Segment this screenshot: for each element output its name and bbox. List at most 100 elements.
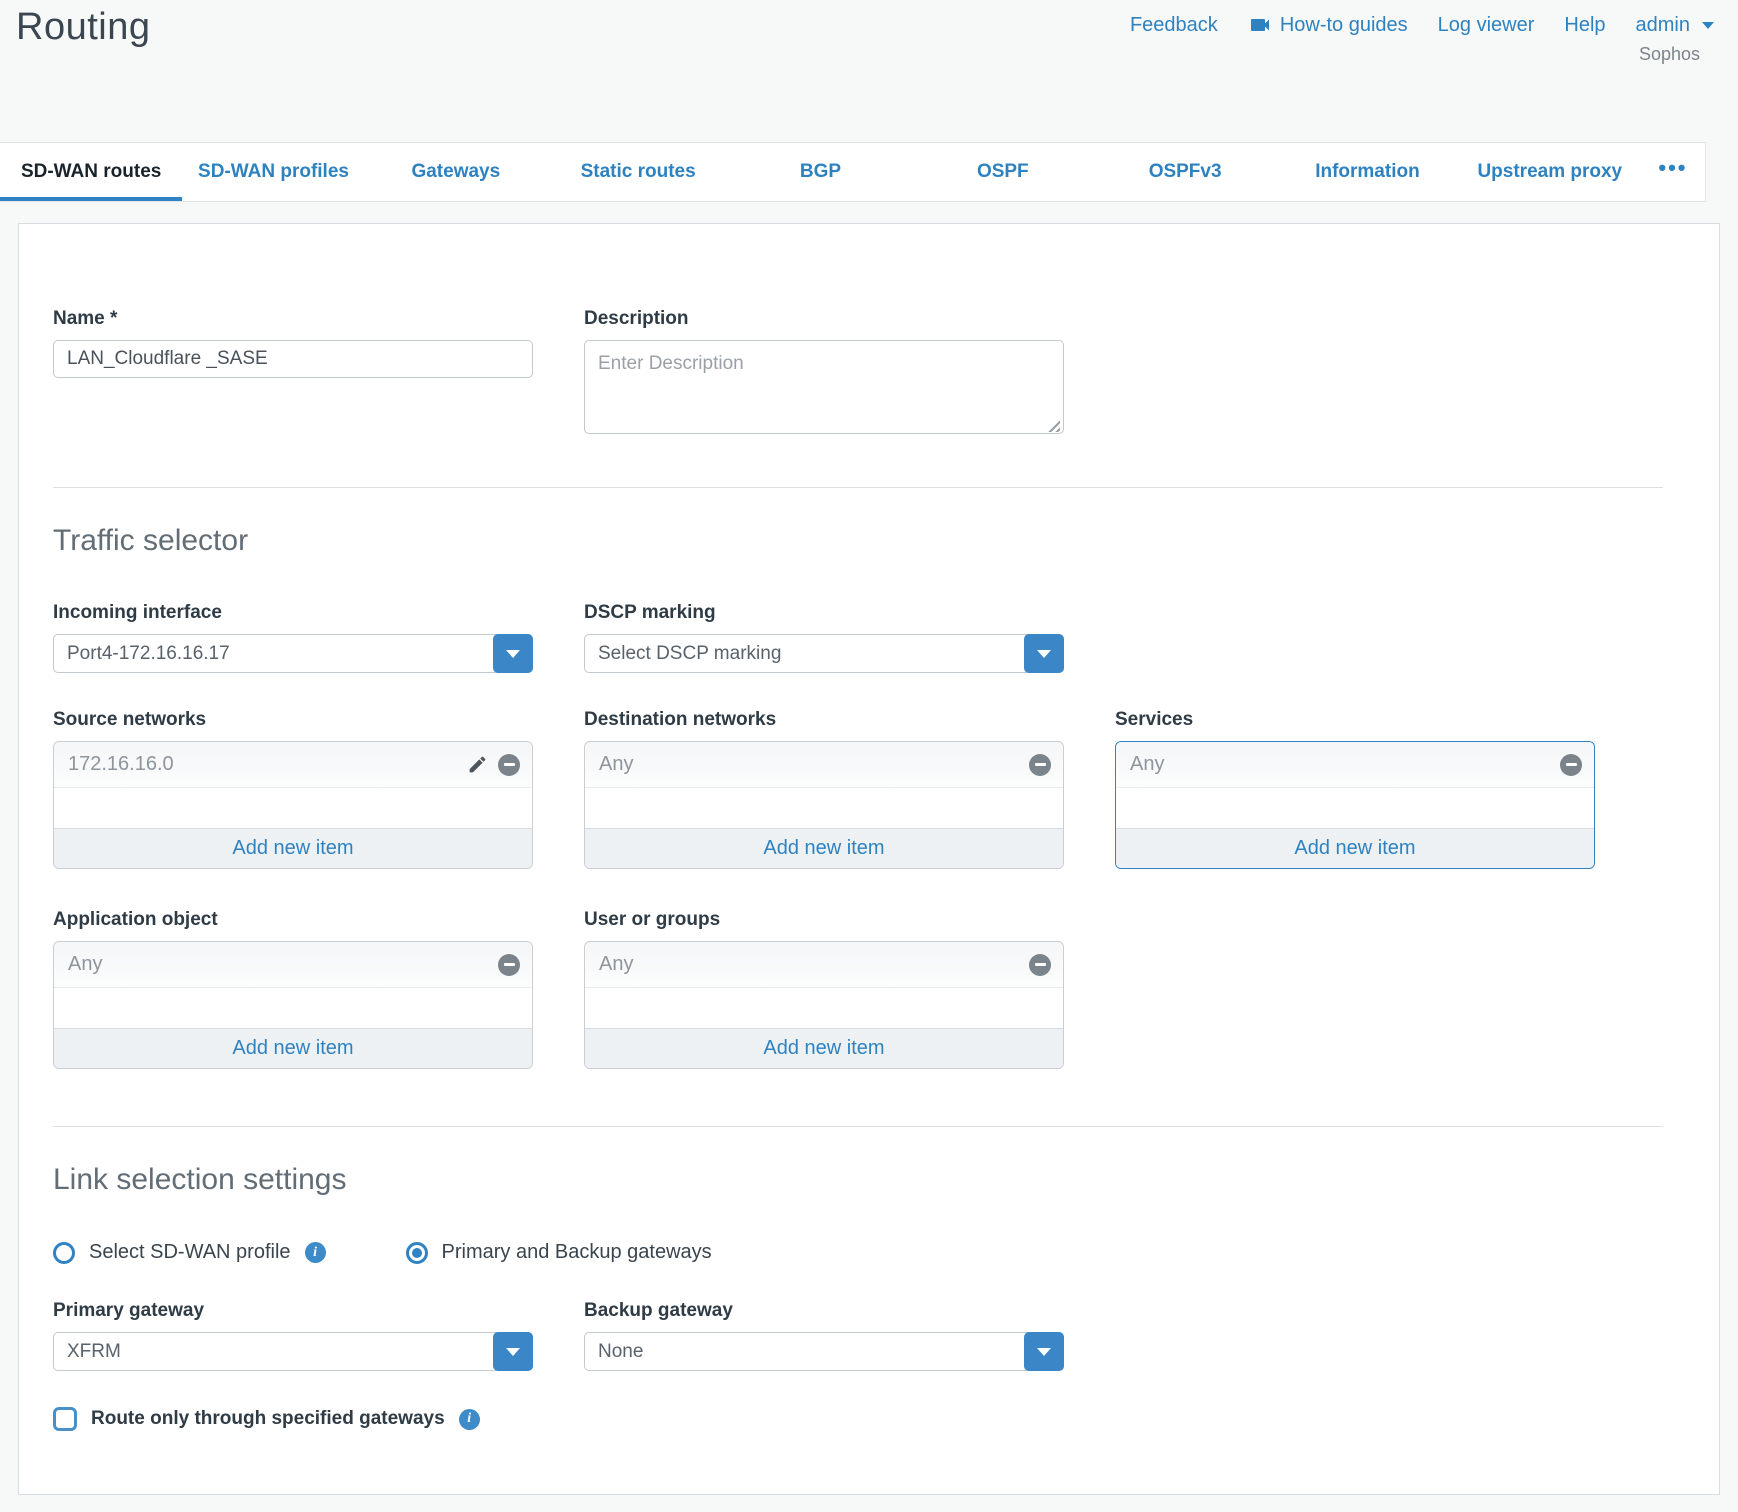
- user-menu[interactable]: admin: [1636, 14, 1714, 37]
- list-item-value: Any: [1130, 753, 1164, 776]
- primary-gateway-select[interactable]: XFRM: [53, 1332, 533, 1371]
- backup-gateway-group: Backup gateway None: [584, 1300, 1064, 1371]
- help-link[interactable]: Help: [1564, 14, 1605, 37]
- dropdown-button[interactable]: [1024, 634, 1064, 673]
- tab-more-icon[interactable]: •••: [1641, 143, 1705, 201]
- link-mode-radio-row: Select SD-WAN profile i Primary and Back…: [53, 1241, 1685, 1264]
- route-only-checkbox[interactable]: [53, 1407, 77, 1431]
- source-networks-group: Source networks 172.16.16.0 Add new item: [53, 709, 533, 869]
- remove-icon[interactable]: [498, 954, 520, 976]
- add-new-item-button[interactable]: Add new item: [585, 1028, 1063, 1068]
- app-users-row: Application object Any Add new item User…: [53, 909, 1685, 1069]
- user-label: admin: [1636, 14, 1690, 37]
- chevron-down-icon: [1037, 1348, 1051, 1356]
- video-camera-icon: [1248, 13, 1272, 37]
- list-empty-area: [54, 788, 532, 828]
- list-item: Any: [54, 942, 532, 988]
- add-new-item-button[interactable]: Add new item: [585, 828, 1063, 868]
- tab-bar: SD-WAN routes SD-WAN profiles Gateways S…: [0, 142, 1706, 202]
- application-object-box: Any Add new item: [53, 941, 533, 1069]
- header-links: Feedback How-to guides Log viewer Help a…: [1130, 13, 1714, 37]
- gateways-row: Primary gateway XFRM Backup gateway None: [53, 1300, 1685, 1371]
- tab-ospf[interactable]: OSPF: [912, 143, 1094, 201]
- source-networks-box: 172.16.16.0 Add new item: [53, 741, 533, 869]
- tab-bgp[interactable]: BGP: [729, 143, 911, 201]
- tab-sdwan-profiles[interactable]: SD-WAN profiles: [182, 143, 364, 201]
- info-icon[interactable]: i: [459, 1409, 480, 1430]
- add-new-item-button[interactable]: Add new item: [54, 1028, 532, 1068]
- remove-icon[interactable]: [1560, 754, 1582, 776]
- list-item: Any: [1116, 742, 1594, 788]
- list-empty-area: [585, 988, 1063, 1028]
- brand-label: Sophos: [1639, 44, 1700, 65]
- tab-static-routes[interactable]: Static routes: [547, 143, 729, 201]
- name-field-group: Name *: [53, 308, 533, 439]
- page-header: Routing Feedback How-to guides Log viewe…: [0, 0, 1738, 142]
- howto-guides-label: How-to guides: [1280, 14, 1408, 37]
- list-item-value: 172.16.16.0: [68, 753, 174, 776]
- log-viewer-link[interactable]: Log viewer: [1438, 14, 1535, 37]
- dropdown-button[interactable]: [493, 1332, 533, 1371]
- sdwan-profile-radio[interactable]: [53, 1242, 75, 1264]
- dscp-marking-group: DSCP marking Select DSCP marking: [584, 602, 1064, 673]
- chevron-down-icon: [506, 1348, 520, 1356]
- list-item-value: Any: [599, 953, 633, 976]
- source-networks-label: Source networks: [53, 709, 533, 731]
- destination-networks-group: Destination networks Any Add new item: [584, 709, 1064, 869]
- remove-icon[interactable]: [1029, 954, 1051, 976]
- section-divider: [53, 1126, 1663, 1127]
- list-item: 172.16.16.0: [54, 742, 532, 788]
- list-item: Any: [585, 942, 1063, 988]
- application-object-group: Application object Any Add new item: [53, 909, 533, 1069]
- page-title: Routing: [16, 6, 150, 49]
- traffic-selector-title: Traffic selector: [53, 524, 1685, 558]
- primary-gateway-value: XFRM: [54, 1341, 121, 1363]
- backup-gateway-value: None: [585, 1341, 643, 1363]
- backup-gateway-label: Backup gateway: [584, 1300, 1064, 1322]
- list-empty-area: [1116, 788, 1594, 828]
- description-field-group: Description: [584, 308, 1064, 439]
- howto-guides-link[interactable]: How-to guides: [1248, 13, 1408, 37]
- remove-icon[interactable]: [1029, 754, 1051, 776]
- interface-dscp-row: Incoming interface Port4-172.16.16.17 DS…: [53, 602, 1685, 673]
- tab-information[interactable]: Information: [1276, 143, 1458, 201]
- services-box: Any Add new item: [1115, 741, 1595, 869]
- primary-backup-radio[interactable]: [406, 1242, 428, 1264]
- section-divider: [53, 487, 1663, 488]
- services-label: Services: [1115, 709, 1595, 731]
- primary-gateway-group: Primary gateway XFRM: [53, 1300, 533, 1371]
- edit-pencil-icon[interactable]: [467, 754, 488, 775]
- tab-sdwan-routes[interactable]: SD-WAN routes: [0, 143, 182, 201]
- name-input[interactable]: [53, 340, 533, 378]
- user-or-groups-box: Any Add new item: [584, 941, 1064, 1069]
- tab-upstream-proxy[interactable]: Upstream proxy: [1459, 143, 1641, 201]
- dscp-marking-label: DSCP marking: [584, 602, 1064, 624]
- backup-gateway-select[interactable]: None: [584, 1332, 1064, 1371]
- name-description-row: Name * Description: [53, 308, 1685, 439]
- services-group: Services Any Add new item: [1115, 709, 1595, 869]
- list-item: Any: [585, 742, 1063, 788]
- list-item-value: Any: [599, 753, 633, 776]
- name-label: Name *: [53, 308, 533, 330]
- add-new-item-button[interactable]: Add new item: [54, 828, 532, 868]
- remove-icon[interactable]: [498, 754, 520, 776]
- list-empty-area: [54, 988, 532, 1028]
- description-textarea[interactable]: [584, 340, 1064, 434]
- incoming-interface-select[interactable]: Port4-172.16.16.17: [53, 634, 533, 673]
- tab-gateways[interactable]: Gateways: [365, 143, 547, 201]
- feedback-link[interactable]: Feedback: [1130, 14, 1218, 37]
- add-new-item-button[interactable]: Add new item: [1116, 828, 1594, 868]
- feedback-label: Feedback: [1130, 14, 1218, 37]
- tab-ospfv3[interactable]: OSPFv3: [1094, 143, 1276, 201]
- user-or-groups-label: User or groups: [584, 909, 1064, 931]
- dropdown-button[interactable]: [1024, 1332, 1064, 1371]
- help-label: Help: [1564, 14, 1605, 37]
- destination-networks-label: Destination networks: [584, 709, 1064, 731]
- dropdown-button[interactable]: [493, 634, 533, 673]
- application-object-label: Application object: [53, 909, 533, 931]
- chevron-down-icon: [1037, 650, 1051, 658]
- info-icon[interactable]: i: [305, 1242, 326, 1263]
- link-selection-title: Link selection settings: [53, 1163, 1685, 1197]
- user-or-groups-group: User or groups Any Add new item: [584, 909, 1064, 1069]
- dscp-marking-select[interactable]: Select DSCP marking: [584, 634, 1064, 673]
